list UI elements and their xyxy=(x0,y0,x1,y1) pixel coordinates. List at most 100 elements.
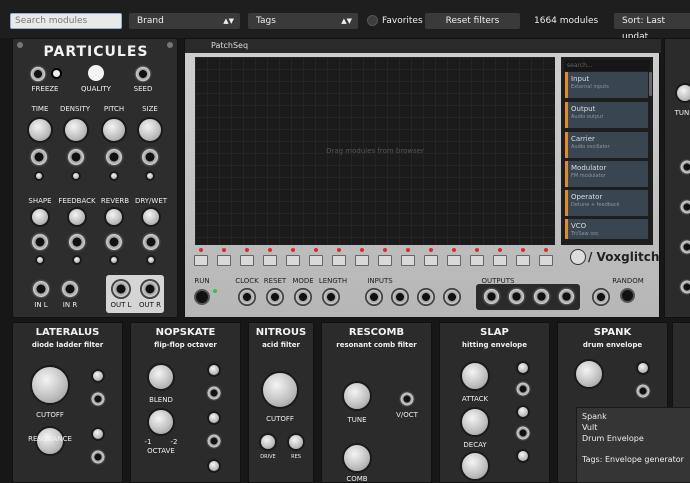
time-cv-jack[interactable] xyxy=(29,147,49,167)
mode-jack[interactable] xyxy=(294,288,312,306)
reverb-atten-knob[interactable] xyxy=(109,255,119,265)
jack[interactable] xyxy=(679,239,690,255)
shape-cv-jack[interactable] xyxy=(30,232,50,252)
density-atten-knob[interactable] xyxy=(71,171,81,181)
step-button[interactable] xyxy=(401,255,415,266)
step-button[interactable] xyxy=(378,255,392,266)
random-jack[interactable] xyxy=(592,288,610,306)
knob[interactable] xyxy=(460,451,490,481)
small-knob[interactable] xyxy=(516,449,530,463)
jack[interactable] xyxy=(635,383,651,399)
pitch-atten-knob[interactable] xyxy=(109,171,119,181)
list-item[interactable]: Carrier Audio oscillator xyxy=(565,132,648,158)
knob[interactable] xyxy=(574,359,604,389)
in-l-jack[interactable] xyxy=(31,279,51,299)
drywet-knob[interactable] xyxy=(141,207,161,227)
small-knob[interactable] xyxy=(516,405,530,419)
output-jack-1[interactable] xyxy=(482,287,501,306)
small-knob[interactable] xyxy=(516,361,530,375)
input-jack-1[interactable] xyxy=(365,288,383,306)
jack[interactable] xyxy=(679,279,690,295)
reset-jack[interactable] xyxy=(266,288,284,306)
time-atten-knob[interactable] xyxy=(34,171,44,181)
list-item[interactable]: Output Audio output xyxy=(565,102,648,128)
shape-atten-knob[interactable] xyxy=(35,255,45,265)
reset-filters-button[interactable]: Reset filters xyxy=(425,13,520,29)
time-knob[interactable] xyxy=(27,117,53,143)
cutoff-knob[interactable] xyxy=(261,371,299,409)
input-jack-4[interactable] xyxy=(443,288,461,306)
search-input[interactable]: Search modules xyxy=(10,13,122,29)
drywet-atten-knob[interactable] xyxy=(146,255,156,265)
cutoff-knob[interactable] xyxy=(30,365,70,405)
size-cv-jack[interactable] xyxy=(140,147,160,167)
jack[interactable] xyxy=(515,381,531,397)
length-jack[interactable] xyxy=(322,288,340,306)
reverb-knob[interactable] xyxy=(104,207,124,227)
jack[interactable] xyxy=(206,433,222,449)
step-button[interactable] xyxy=(263,255,277,266)
blend-knob[interactable] xyxy=(147,363,175,391)
drive-knob[interactable] xyxy=(259,433,277,451)
quality-button[interactable] xyxy=(88,65,104,81)
decay-knob[interactable] xyxy=(460,407,490,437)
octave-knob[interactable] xyxy=(147,408,175,436)
attack-knob[interactable] xyxy=(460,361,490,391)
output-jack-3[interactable] xyxy=(532,287,551,306)
nitrous-module[interactable]: NITROUS acid filter CUTOFF DRIVE RES xyxy=(248,322,314,483)
pitch-cv-jack[interactable] xyxy=(104,147,124,167)
small-knob[interactable] xyxy=(91,369,105,383)
pitch-knob[interactable] xyxy=(101,117,127,143)
list-scrollbar[interactable] xyxy=(649,72,652,96)
jack[interactable] xyxy=(90,391,106,407)
step-button[interactable] xyxy=(424,255,438,266)
small-knob[interactable] xyxy=(636,361,650,375)
list-item[interactable]: VCO Tri/Saw osc xyxy=(565,219,648,239)
step-button[interactable] xyxy=(447,255,461,266)
input-jack-2[interactable] xyxy=(391,288,409,306)
small-knob[interactable] xyxy=(207,363,221,377)
lateralus-module[interactable]: LATERALUS diode ladder filter CUTOFF RES… xyxy=(12,322,123,483)
small-knob[interactable] xyxy=(207,459,221,473)
small-knob[interactable] xyxy=(91,427,105,441)
slap-module[interactable]: SLAP hitting envelope ATTACK DECAY xyxy=(439,322,550,483)
density-cv-jack[interactable] xyxy=(66,147,86,167)
reverb-cv-jack[interactable] xyxy=(104,232,124,252)
step-button[interactable] xyxy=(240,255,254,266)
jack[interactable] xyxy=(515,425,531,441)
run-button[interactable] xyxy=(194,289,210,305)
nopskate-module[interactable]: NOPSKATE flip-flop octaver BLEND -1 -2 O… xyxy=(130,322,241,483)
drywet-cv-jack[interactable] xyxy=(141,232,161,252)
size-atten-knob[interactable] xyxy=(145,171,155,181)
feedback-atten-knob[interactable] xyxy=(72,255,82,265)
favorites-checkbox[interactable] xyxy=(367,15,378,26)
step-button[interactable] xyxy=(355,255,369,266)
output-jack-4[interactable] xyxy=(557,287,576,306)
module-list-search[interactable]: search... xyxy=(564,60,650,71)
jack[interactable] xyxy=(679,159,690,175)
tags-select[interactable]: Tags ▲▼ xyxy=(248,13,358,29)
step-button[interactable] xyxy=(194,255,208,266)
jack[interactable] xyxy=(90,449,106,465)
seed-jack[interactable] xyxy=(134,65,152,83)
jack[interactable] xyxy=(206,385,222,401)
output-jack-2[interactable] xyxy=(507,287,526,306)
shape-knob[interactable] xyxy=(30,207,50,227)
comb-knob[interactable] xyxy=(342,443,372,473)
out-r-jack[interactable] xyxy=(140,279,160,299)
density-knob[interactable] xyxy=(63,117,89,143)
list-item[interactable]: Modulator FM modulator xyxy=(565,161,648,187)
step-button[interactable] xyxy=(539,255,553,266)
rescomb-module[interactable]: RESCOMB resonant comb filter TUNE V/OCT … xyxy=(321,322,432,483)
step-button[interactable] xyxy=(217,255,231,266)
out-l-jack[interactable] xyxy=(111,279,131,299)
step-button[interactable] xyxy=(516,255,530,266)
freeze-button[interactable] xyxy=(51,68,62,79)
tune-knob[interactable] xyxy=(675,83,690,103)
feedback-cv-jack[interactable] xyxy=(67,232,87,252)
feedback-knob[interactable] xyxy=(67,207,87,227)
size-knob[interactable] xyxy=(137,117,163,143)
sort-select[interactable]: Sort: Last updat xyxy=(614,13,690,42)
step-button[interactable] xyxy=(470,255,484,266)
res-knob[interactable] xyxy=(287,433,305,451)
